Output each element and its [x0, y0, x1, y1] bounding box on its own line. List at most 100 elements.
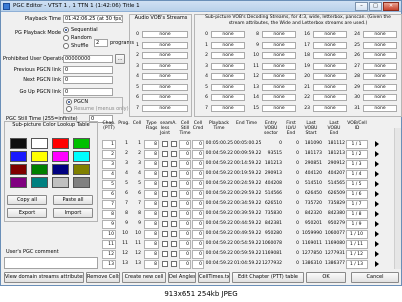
chap-field[interactable]: 3 — [102, 160, 116, 169]
palette-color-swatch[interactable] — [10, 177, 27, 188]
subpic-stream-value[interactable]: none — [262, 31, 296, 38]
angle-checkbox[interactable] — [171, 231, 177, 237]
angle-checkbox[interactable] — [171, 191, 177, 197]
minimize-button[interactable]: – — [355, 2, 368, 11]
audio-stream-value[interactable]: none — [142, 52, 188, 59]
flags-field[interactable]: 8 — [144, 220, 159, 229]
chap-field[interactable]: 2 — [102, 150, 116, 159]
palette-color-swatch[interactable] — [52, 151, 69, 162]
subpic-stream-value[interactable]: none — [262, 52, 296, 59]
palette-color-swatch[interactable] — [10, 138, 27, 149]
subpic-stream-value[interactable]: none — [363, 62, 397, 70]
flags-field[interactable]: 8 — [144, 150, 159, 159]
seamless-checkbox[interactable] — [162, 181, 168, 187]
play-cell-icon[interactable] — [375, 141, 379, 147]
seamless-checkbox[interactable] — [162, 241, 168, 247]
palette-color-swatch[interactable] — [73, 151, 90, 162]
seamless-checkbox[interactable] — [162, 141, 168, 147]
angle-checkbox[interactable] — [171, 181, 177, 187]
subpic-stream-value[interactable]: none — [313, 31, 347, 38]
cell-cmd-field[interactable]: 0 — [192, 180, 204, 189]
palette-color-swatch[interactable] — [10, 164, 27, 175]
subpic-stream-value[interactable]: none — [262, 94, 296, 101]
import-button[interactable]: Import — [53, 208, 93, 218]
subpic-stream-value[interactable]: none — [211, 104, 245, 112]
play-cell-icon[interactable] — [375, 161, 379, 167]
subpic-stream-value[interactable]: none — [262, 41, 296, 49]
seamless-checkbox[interactable] — [162, 211, 168, 217]
subpic-stream-value[interactable]: none — [363, 94, 397, 101]
cell-cmd-field[interactable]: 0 — [192, 240, 204, 249]
vob-cell-id-field[interactable]: 1 / 5 — [346, 180, 368, 189]
flags-field[interactable]: 8 — [144, 260, 159, 269]
palette-color-swatch[interactable] — [31, 164, 48, 175]
still-time-field[interactable]: 0 — [179, 240, 191, 249]
cell-cmd-field[interactable]: 0 — [192, 160, 204, 169]
chap-field[interactable]: 5 — [102, 180, 116, 189]
play-cell-icon[interactable] — [375, 251, 379, 257]
bottom-button-view-domain-streams-attributes[interactable]: View domain streams attributes — [4, 272, 84, 283]
audio-stream-value[interactable]: none — [142, 83, 188, 91]
subpic-stream-value[interactable]: none — [363, 73, 397, 80]
next-pgcn-field[interactable]: 0 — [63, 76, 113, 84]
chap-field[interactable]: 8 — [102, 210, 116, 219]
angle-checkbox[interactable] — [171, 241, 177, 247]
subpic-stream-value[interactable]: none — [211, 41, 245, 49]
export-button[interactable]: Export — [7, 208, 47, 218]
subpic-stream-value[interactable]: none — [363, 104, 397, 112]
still-time-field[interactable]: 0 — [179, 230, 191, 239]
goup-pgcn-field[interactable]: 0 — [63, 88, 113, 96]
seamless-checkbox[interactable] — [162, 161, 168, 167]
chap-field[interactable]: 6 — [102, 190, 116, 199]
cell-cmd-field[interactable]: 0 — [192, 170, 204, 179]
chap-field[interactable]: 1 — [102, 140, 116, 149]
subpic-stream-value[interactable]: none — [313, 41, 347, 49]
bottom-button-remove-cells[interactable]: Remove Cells — [86, 272, 120, 283]
subpic-stream-value[interactable]: none — [313, 62, 347, 70]
still-time-field[interactable]: 0 — [179, 180, 191, 189]
cell-cmd-field[interactable]: 0 — [192, 210, 204, 219]
still-time-field[interactable]: 0 — [179, 220, 191, 229]
bottom-button-del-angles[interactable]: Del Angles — [168, 272, 196, 283]
paste-all-button[interactable]: Paste all — [53, 195, 93, 205]
chap-field[interactable]: 12 — [102, 250, 116, 259]
still-time-field[interactable]: 0 — [179, 160, 191, 169]
play-cell-icon[interactable] — [375, 241, 379, 247]
seamless-checkbox[interactable] — [162, 151, 168, 157]
seamless-checkbox[interactable] — [162, 251, 168, 257]
palette-color-swatch[interactable] — [31, 138, 48, 149]
flags-field[interactable]: 8 — [144, 170, 159, 179]
vob-cell-id-field[interactable]: 1 / 4 — [346, 170, 368, 179]
palette-color-swatch[interactable] — [31, 177, 48, 188]
chap-field[interactable]: 4 — [102, 170, 116, 179]
bottom-button-ok[interactable]: OK — [306, 272, 346, 283]
palette-color-swatch[interactable] — [10, 151, 27, 162]
play-cell-icon[interactable] — [375, 261, 379, 267]
close-button[interactable]: ✕ — [383, 2, 399, 11]
vob-cell-id-field[interactable]: 1 / 13 — [346, 260, 368, 269]
still-time-field[interactable]: 0 — [179, 190, 191, 199]
angle-checkbox[interactable] — [171, 171, 177, 177]
still-time-field[interactable]: 0 — [179, 140, 191, 149]
flags-field[interactable]: 8 — [144, 230, 159, 239]
play-cell-icon[interactable] — [375, 181, 379, 187]
palette-color-swatch[interactable] — [73, 164, 90, 175]
seamless-checkbox[interactable] — [162, 191, 168, 197]
play-cell-icon[interactable] — [375, 191, 379, 197]
vob-cell-id-field[interactable]: 1 / 10 — [346, 230, 368, 239]
subpic-stream-value[interactable]: none — [313, 104, 347, 112]
play-cell-icon[interactable] — [375, 231, 379, 237]
audio-stream-value[interactable]: none — [142, 41, 188, 49]
audio-stream-value[interactable]: none — [142, 94, 188, 101]
still-time-field[interactable]: 0 — [179, 200, 191, 209]
subpic-stream-value[interactable]: none — [211, 62, 245, 70]
prohibited-ops-field[interactable]: 00000000 — [63, 55, 113, 63]
audio-stream-value[interactable]: none — [142, 62, 188, 70]
seamless-checkbox[interactable] — [162, 171, 168, 177]
pgcn-radio[interactable] — [66, 99, 72, 105]
cell-cmd-field[interactable]: 0 — [192, 190, 204, 199]
subpic-stream-value[interactable]: none — [211, 94, 245, 101]
subpic-stream-value[interactable]: none — [313, 94, 347, 101]
still-time-field[interactable]: 0 — [179, 150, 191, 159]
cell-cmd-field[interactable]: 0 — [192, 150, 204, 159]
